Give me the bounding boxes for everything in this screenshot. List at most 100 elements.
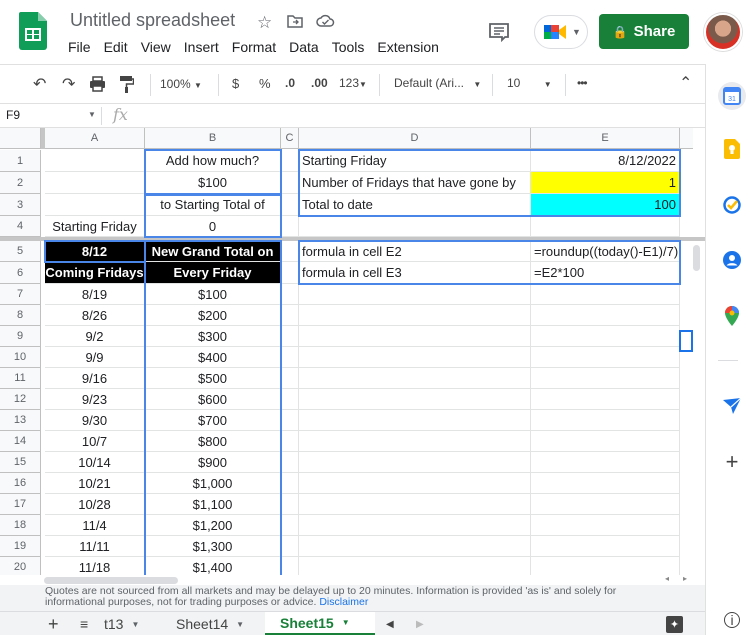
menu-format[interactable]: Format (232, 39, 276, 55)
row-header[interactable]: 19 (0, 536, 41, 557)
cell-empty[interactable] (281, 557, 299, 575)
column-header-a[interactable]: A (45, 128, 145, 149)
cell-b1[interactable]: Add how much? (145, 150, 281, 172)
cell-date[interactable]: 10/7 (45, 431, 145, 452)
calendar-icon[interactable]: 31 (718, 82, 746, 110)
cell-total[interactable]: $300 (145, 326, 281, 347)
horizontal-scrollbar[interactable]: ◂ ▸ (44, 574, 704, 585)
menu-extensions[interactable]: Extension (377, 39, 438, 55)
cell-date[interactable]: 9/23 (45, 389, 145, 410)
cell-date[interactable]: 8/26 (45, 305, 145, 326)
cell-b5[interactable]: New Grand Total on (145, 241, 281, 262)
zoom-select[interactable]: 100% ▼ (160, 77, 202, 91)
cell-empty[interactable] (531, 368, 680, 389)
cell-date[interactable]: 9/2 (45, 326, 145, 347)
cell-empty[interactable] (281, 494, 299, 515)
cell-empty[interactable] (281, 262, 299, 284)
row-header[interactable]: 6 (0, 262, 41, 284)
row-header[interactable]: 8 (0, 305, 41, 326)
cell-d4[interactable] (299, 216, 531, 237)
cell-e4[interactable] (531, 216, 680, 237)
row-header[interactable]: 12 (0, 389, 41, 410)
cell-date[interactable]: 11/18 (45, 557, 145, 575)
menu-tools[interactable]: Tools (332, 39, 365, 55)
column-header-b[interactable]: B (145, 128, 281, 149)
cell-date[interactable]: 10/28 (45, 494, 145, 515)
cell-empty[interactable] (281, 326, 299, 347)
all-sheets-icon[interactable]: ≡ (80, 612, 88, 635)
google-forms-send-icon[interactable] (722, 396, 742, 416)
decrease-decimal-button[interactable]: .0 (285, 76, 295, 90)
add-sheet-icon[interactable]: + (48, 612, 59, 635)
cell-empty[interactable] (281, 410, 299, 431)
cell-empty[interactable] (299, 305, 531, 326)
cell-total[interactable]: $400 (145, 347, 281, 368)
cell-a3[interactable] (45, 194, 145, 216)
column-header-e[interactable]: E (531, 128, 680, 149)
tab-sheet15[interactable]: Sheet15 ▼ (265, 612, 375, 635)
cell-total[interactable]: $1,200 (145, 515, 281, 536)
cell-empty[interactable] (281, 241, 299, 262)
cell-empty[interactable] (281, 368, 299, 389)
undo-icon[interactable]: ↶ (33, 74, 46, 94)
collapse-menus-icon[interactable]: ⌃ (679, 73, 692, 93)
cell-empty[interactable] (531, 515, 680, 536)
cell-d6[interactable]: formula in cell E3 (299, 262, 531, 284)
cell-a5[interactable]: 8/12 (45, 241, 145, 262)
row-header[interactable]: 17 (0, 494, 41, 515)
cell-total[interactable]: $900 (145, 452, 281, 473)
cell-empty[interactable] (299, 515, 531, 536)
cell-total[interactable]: $1,400 (145, 557, 281, 575)
cell-empty[interactable] (281, 431, 299, 452)
cell-total[interactable]: $800 (145, 431, 281, 452)
cell-date[interactable]: 9/9 (45, 347, 145, 368)
cell-empty[interactable] (531, 536, 680, 557)
row-header[interactable]: 13 (0, 410, 41, 431)
more-formats-button[interactable]: 123▼ (339, 76, 367, 90)
cell-e1[interactable]: 8/12/2022 (531, 150, 680, 172)
cell-empty[interactable] (281, 284, 299, 305)
cell-empty[interactable] (281, 452, 299, 473)
paint-format-icon[interactable] (119, 75, 134, 93)
cell-date[interactable]: 10/21 (45, 473, 145, 494)
scroll-left-icon[interactable]: ◂ (665, 574, 669, 583)
document-title[interactable]: Untitled spreadsheet (70, 10, 235, 31)
cell-date[interactable]: 11/11 (45, 536, 145, 557)
row-header[interactable]: 7 (0, 284, 41, 305)
cell-a6[interactable]: Coming Fridays (45, 262, 145, 284)
cell-empty[interactable] (531, 431, 680, 452)
cell-a4[interactable]: Starting Friday (45, 216, 145, 237)
sheets-logo-icon[interactable] (19, 12, 47, 50)
spreadsheet-grid[interactable]: A B C D E 1 2 3 4 5 6 7 8 9 10 11 12 13 14 15 16 1… (0, 128, 705, 575)
row-header[interactable]: 3 (0, 194, 41, 216)
get-add-ons-icon[interactable]: + (722, 449, 742, 474)
scrollbar-thumb[interactable] (44, 577, 178, 584)
avatar[interactable] (704, 13, 742, 51)
more-toolbar-icon[interactable]: ••• (577, 76, 588, 90)
cell-date[interactable]: 9/16 (45, 368, 145, 389)
row-header[interactable]: 4 (0, 216, 41, 237)
cell-empty[interactable] (281, 389, 299, 410)
cell-total[interactable]: $600 (145, 389, 281, 410)
cell-empty[interactable] (531, 284, 680, 305)
cell-d1[interactable]: Starting Friday (299, 150, 531, 172)
name-box[interactable]: F9 (6, 108, 20, 122)
cell-e2[interactable]: 1 (531, 172, 680, 194)
cell-empty[interactable] (531, 305, 680, 326)
row-header[interactable]: 1 (0, 150, 41, 172)
cell-e3[interactable]: 100 (531, 194, 680, 216)
font-size-select[interactable]: 10 ▼ (507, 76, 552, 90)
print-icon[interactable] (89, 76, 106, 92)
contacts-icon[interactable] (722, 250, 742, 270)
menu-data[interactable]: Data (289, 39, 319, 55)
cell-date[interactable]: 10/14 (45, 452, 145, 473)
cell-empty[interactable] (281, 515, 299, 536)
row-header[interactable]: 18 (0, 515, 41, 536)
row-header[interactable]: 9 (0, 326, 41, 347)
cell-total[interactable]: $500 (145, 368, 281, 389)
row-header[interactable]: 11 (0, 368, 41, 389)
cell-d5[interactable]: formula in cell E2 (299, 241, 531, 262)
cell-total[interactable]: $1,100 (145, 494, 281, 515)
column-header-d[interactable]: D (299, 128, 531, 149)
currency-format-button[interactable]: $ (232, 76, 239, 91)
